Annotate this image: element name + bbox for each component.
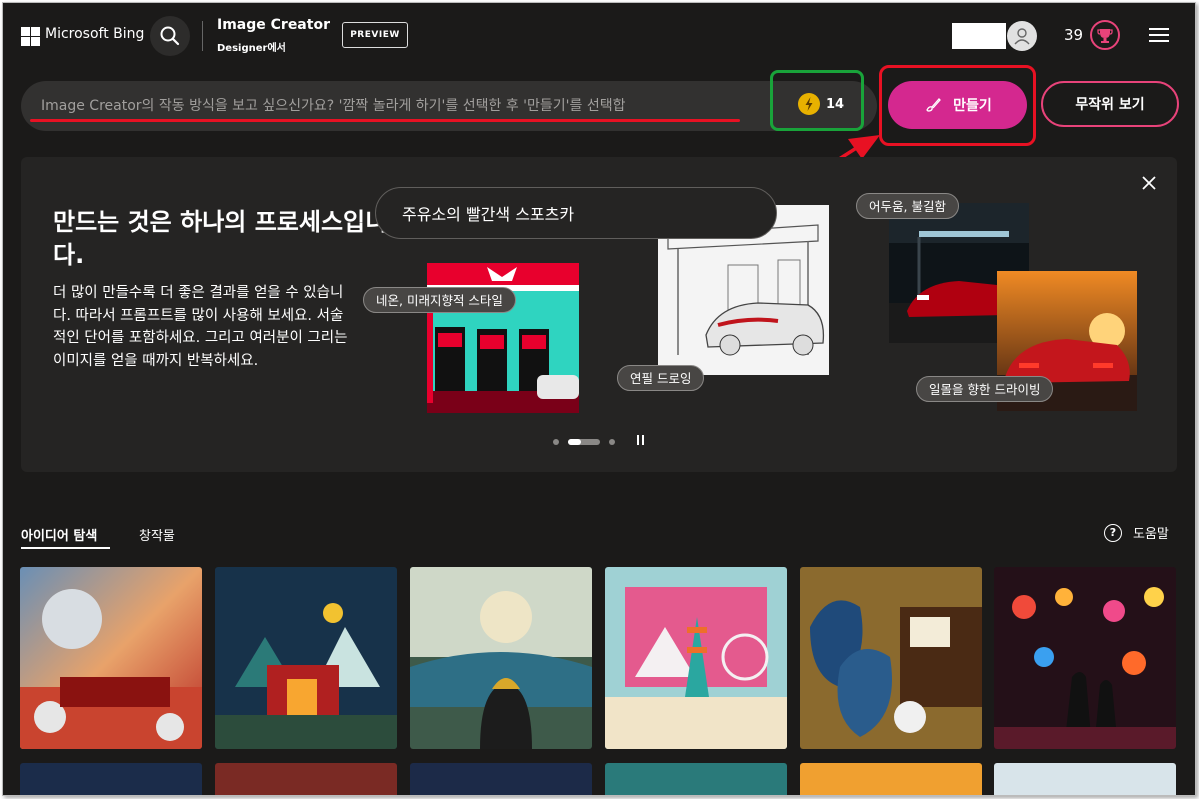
gallery-image-3[interactable] — [410, 567, 592, 749]
style-chip-neon: 네온, 미래지향적 스타일 — [363, 287, 516, 313]
hero-title: 만드는 것은 하나의 프로세스입니다. — [53, 208, 388, 269]
search-icon — [160, 26, 180, 46]
search-button[interactable] — [150, 16, 190, 56]
gallery-image-10[interactable] — [605, 763, 787, 795]
gallery-image-7[interactable] — [20, 763, 202, 795]
avatar[interactable] — [1007, 21, 1037, 51]
carousel-dots[interactable] — [552, 436, 622, 448]
app-window: Microsoft Bing Image Creator Designer에서 … — [2, 2, 1196, 796]
help-link[interactable]: ? 도움말 — [1104, 523, 1169, 542]
gallery-image-6[interactable] — [994, 567, 1176, 749]
user-name-redacted[interactable] — [952, 23, 1006, 49]
gallery-image-1[interactable] — [20, 567, 202, 749]
style-chip-pencil: 연필 드로잉 — [617, 365, 705, 391]
gallery-image-8[interactable] — [215, 763, 397, 795]
tab-explore-ideas[interactable]: 아이디어 탐색 — [21, 525, 97, 544]
annotation-red-box — [879, 65, 1036, 146]
surprise-me-button[interactable]: 무작위 보기 — [1041, 81, 1179, 127]
hero-description: 더 많이 만들수록 더 좋은 결과를 얻을 수 있습니다. 따라서 프롬프트를 … — [53, 285, 348, 369]
annotation-underline — [30, 119, 740, 122]
style-chip-sunset: 일몰을 향한 드라이빙 — [916, 376, 1054, 402]
pause-icon[interactable] — [636, 434, 646, 446]
header-divider — [202, 21, 203, 51]
app-title[interactable]: Image Creator — [217, 17, 330, 33]
gallery-image-2[interactable] — [215, 567, 397, 749]
user-icon — [1014, 28, 1030, 45]
preview-badge: PREVIEW — [342, 22, 408, 48]
close-icon[interactable] — [1139, 173, 1159, 193]
style-chip-dark: 어두움, 불길함 — [856, 193, 959, 219]
prompt-bar — [21, 81, 877, 131]
active-tab-underline — [21, 547, 110, 549]
gallery-image-9[interactable] — [410, 763, 592, 795]
hamburger-menu-icon[interactable] — [1148, 25, 1170, 45]
boost-count[interactable]: 14 — [826, 97, 844, 112]
prompt-input[interactable] — [41, 81, 731, 131]
app-subtitle: Designer에서 — [217, 43, 286, 54]
neon-gas-station-image — [427, 263, 579, 413]
brand-name[interactable]: Microsoft Bing — [45, 26, 144, 42]
help-label: 도움말 — [1133, 527, 1169, 542]
help-icon: ? — [1104, 523, 1122, 542]
gallery-image-4[interactable] — [605, 567, 787, 749]
rewards-trophy-icon[interactable] — [1090, 20, 1120, 50]
gallery-image-12[interactable] — [994, 763, 1176, 795]
microsoft-logo-icon[interactable] — [21, 27, 40, 46]
gallery-image-11[interactable] — [800, 763, 982, 795]
tab-creations[interactable]: 창작물 — [139, 525, 175, 544]
hero-sample-prompt: 주유소의 빨간색 스포츠카 — [375, 187, 777, 239]
boost-lightning-icon[interactable] — [798, 93, 820, 115]
gallery-image-5[interactable] — [800, 567, 982, 749]
rewards-count[interactable]: 39 — [1064, 26, 1083, 44]
